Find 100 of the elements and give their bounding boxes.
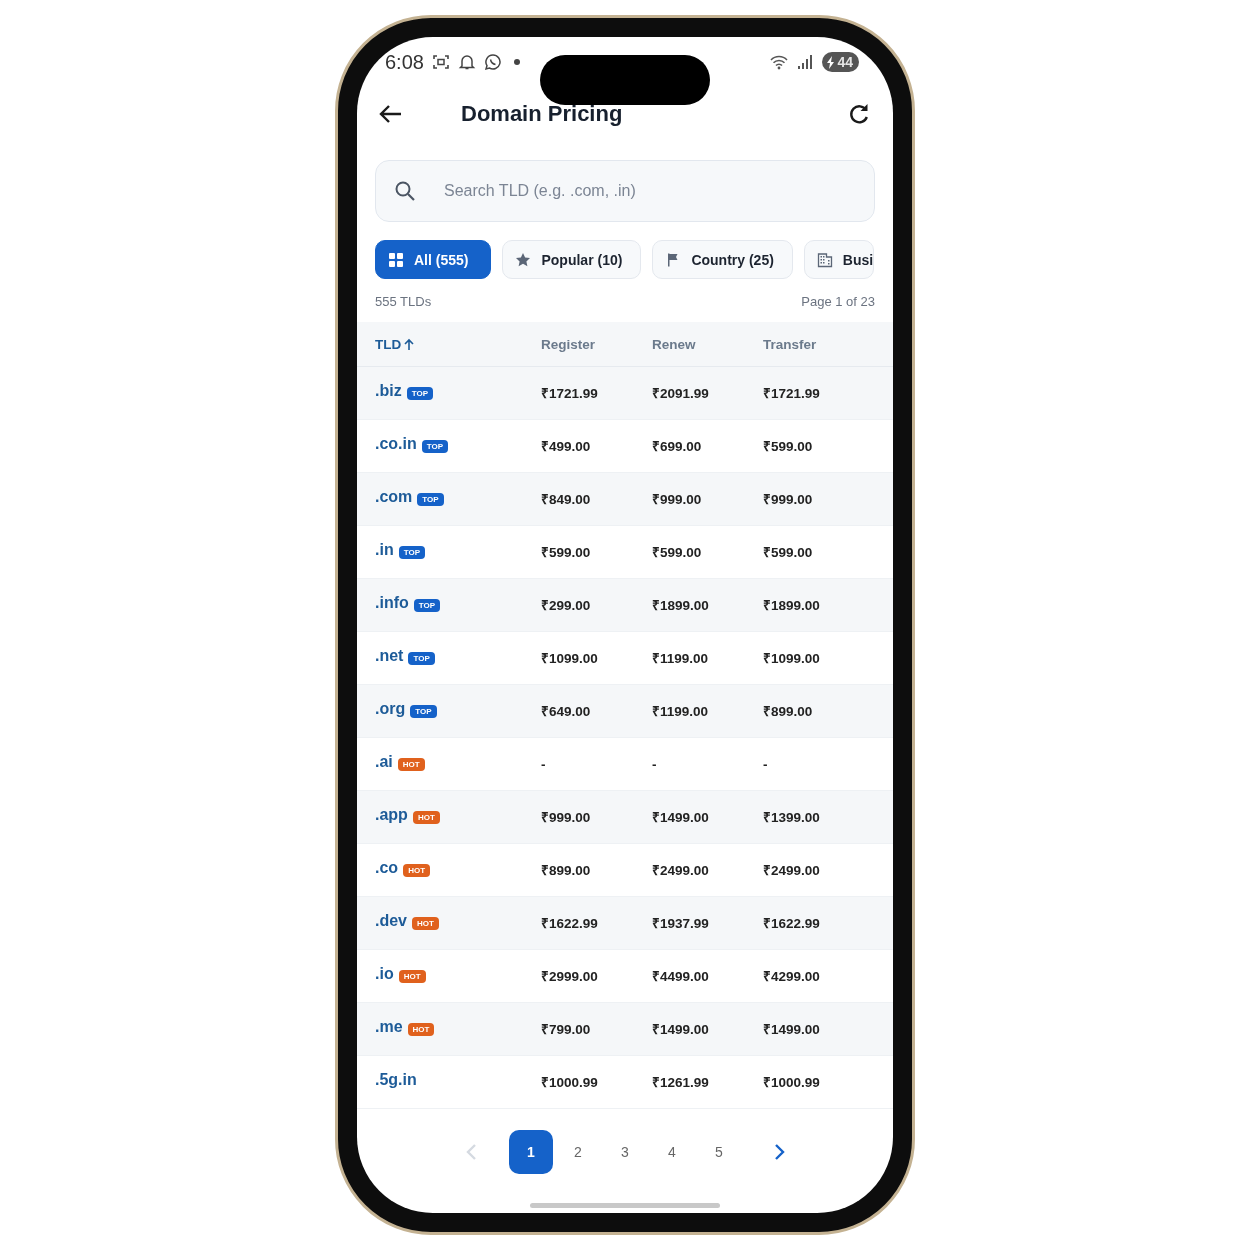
price-cell-text: ₹299.00: [541, 597, 592, 614]
screenshot-icon: [431, 53, 450, 71]
price-cell-text: ₹1199.00: [652, 703, 710, 720]
page-button[interactable]: 4: [650, 1130, 694, 1174]
price-cell-text: ₹2091.99: [652, 385, 710, 402]
page-button[interactable]: 3: [603, 1130, 647, 1174]
price-cell-text: ₹1721.99: [763, 385, 821, 402]
table-row[interactable]: .me HOT ₹799.00 ₹1499.00 ₹1499.00: [357, 1003, 893, 1056]
price-cell-text: ₹999.00: [763, 491, 814, 508]
table-row[interactable]: .5g.in ₹1000.99 ₹1261.99 ₹1000.99: [357, 1056, 893, 1109]
price-cell-text: ₹1000.99: [541, 1074, 599, 1091]
notification-dot: [513, 59, 520, 65]
table-row[interactable]: .info TOP ₹299.00 ₹1899.00 ₹1899.00: [357, 579, 893, 632]
table-row[interactable]: .org TOP ₹649.00 ₹1199.00 ₹899.00: [357, 685, 893, 738]
price-cell-text: ₹1399.00: [763, 809, 821, 826]
price-cell-text: ₹499.00: [541, 438, 592, 455]
star-icon: [515, 251, 532, 268]
tld-badge: HOT: [403, 863, 430, 877]
page-button[interactable]: 2: [556, 1130, 600, 1174]
price-cell-text: ₹1099.00: [763, 650, 821, 667]
price-cell-text: ₹699.00: [652, 438, 703, 455]
price-cell-text: -: [763, 756, 769, 772]
tld-name: .ai: [375, 753, 393, 771]
price-cell-text: ₹599.00: [763, 438, 814, 455]
tld-badge: TOP: [413, 598, 441, 612]
tld-badge: HOT: [412, 810, 440, 824]
price-cell-text: ₹1622.99: [763, 915, 821, 932]
tld-name: .co.in: [375, 435, 417, 453]
filter-chip[interactable]: Busi: [803, 240, 875, 279]
price-cell-text: ₹1937.99: [652, 915, 710, 932]
column-header[interactable]: TLD: [375, 336, 402, 352]
price-cell-text: ₹899.00: [541, 862, 592, 879]
price-cell-text: ₹1199.00: [652, 650, 710, 667]
tld-badge: HOT: [407, 1022, 435, 1036]
filter-chip[interactable]: All (555): [375, 240, 492, 279]
chat-bubble-icon: [483, 53, 502, 71]
sort-arrow-icon: [403, 337, 416, 351]
tld-badge: HOT: [397, 757, 425, 771]
price-cell-text: ₹999.00: [541, 809, 592, 826]
tld-name: .io: [375, 965, 394, 983]
price-cell-text: ₹599.00: [541, 544, 592, 561]
building-icon: [816, 251, 833, 268]
page-title: Domain Pricing: [461, 100, 624, 127]
column-header[interactable]: Transfer: [763, 336, 893, 352]
search-field[interactable]: Search TLD (e.g. .com, .in): [375, 160, 875, 222]
tld-badge: TOP: [417, 492, 444, 506]
grid-icon: [388, 251, 404, 268]
column-header[interactable]: Renew: [652, 336, 763, 352]
result-count: 555 TLDs: [375, 294, 432, 311]
price-cell-text: ₹4499.00: [652, 968, 710, 985]
filter-chip[interactable]: Country (25): [652, 240, 793, 279]
signal-icon: [796, 53, 815, 71]
tld-name: .info: [375, 594, 409, 612]
price-cell-text: ₹1499.00: [652, 1021, 710, 1038]
price-cell-text: ₹999.00: [652, 491, 703, 508]
page-indicator: Page 1 of 23: [801, 294, 875, 311]
tld-name: .me: [375, 1018, 403, 1036]
page-button[interactable]: 1: [509, 1130, 553, 1174]
price-cell-text: ₹599.00: [763, 544, 814, 561]
table-row[interactable]: .biz TOP ₹1721.99 ₹2091.99 ₹1721.99: [357, 367, 893, 420]
wifi-icon: [770, 53, 789, 71]
price-cell-text: -: [652, 756, 658, 772]
price-cell-text: ₹599.00: [652, 544, 703, 561]
tld-badge: TOP: [398, 545, 425, 559]
price-cell-text: ₹2499.00: [763, 862, 821, 879]
price-cell-text: ₹1721.99: [541, 385, 599, 402]
column-header[interactable]: Register: [541, 336, 652, 352]
price-cell-text: ₹2999.00: [541, 968, 599, 985]
table-row[interactable]: .com TOP ₹849.00 ₹999.00 ₹999.00: [357, 473, 893, 526]
price-cell-text: ₹899.00: [763, 703, 814, 720]
table-row[interactable]: .dev HOT ₹1622.99 ₹1937.99 ₹1622.99: [357, 897, 893, 950]
tld-name: .dev: [375, 912, 407, 930]
tld-badge: TOP: [421, 439, 449, 453]
price-cell-text: ₹2499.00: [652, 862, 710, 879]
price-cell-text: ₹649.00: [541, 703, 592, 720]
tld-badge: HOT: [398, 969, 426, 983]
tld-badge: TOP: [408, 651, 435, 665]
tld-name: .in: [375, 541, 394, 559]
search-icon: [394, 180, 416, 202]
tld-name: .com: [375, 488, 413, 506]
tld-name: .net: [375, 647, 404, 665]
bell-icon: [457, 53, 476, 71]
status-time: 6:08: [385, 50, 424, 74]
price-cell-text: ₹1899.00: [763, 597, 821, 614]
page-button[interactable]: 5: [697, 1130, 741, 1174]
filter-chip[interactable]: Popular (10): [502, 240, 642, 279]
tld-badge: TOP: [406, 386, 433, 400]
price-cell-text: ₹799.00: [541, 1021, 592, 1038]
price-cell-text: ₹1899.00: [652, 597, 710, 614]
tld-name: .org: [375, 700, 406, 718]
table-row[interactable]: .app HOT ₹999.00 ₹1499.00 ₹1399.00: [357, 791, 893, 844]
price-cell-text: ₹1499.00: [652, 809, 710, 826]
price-cell-text: ₹1622.99: [541, 915, 599, 932]
tld-name: .5g.in: [375, 1071, 417, 1089]
tld-name: .app: [375, 806, 408, 824]
tld-badge: HOT: [412, 916, 439, 930]
tld-name: .co: [375, 859, 399, 877]
price-cell-text: ₹1261.99: [652, 1074, 710, 1091]
price-cell-text: -: [541, 756, 547, 772]
price-cell-text: ₹1499.00: [763, 1021, 821, 1038]
